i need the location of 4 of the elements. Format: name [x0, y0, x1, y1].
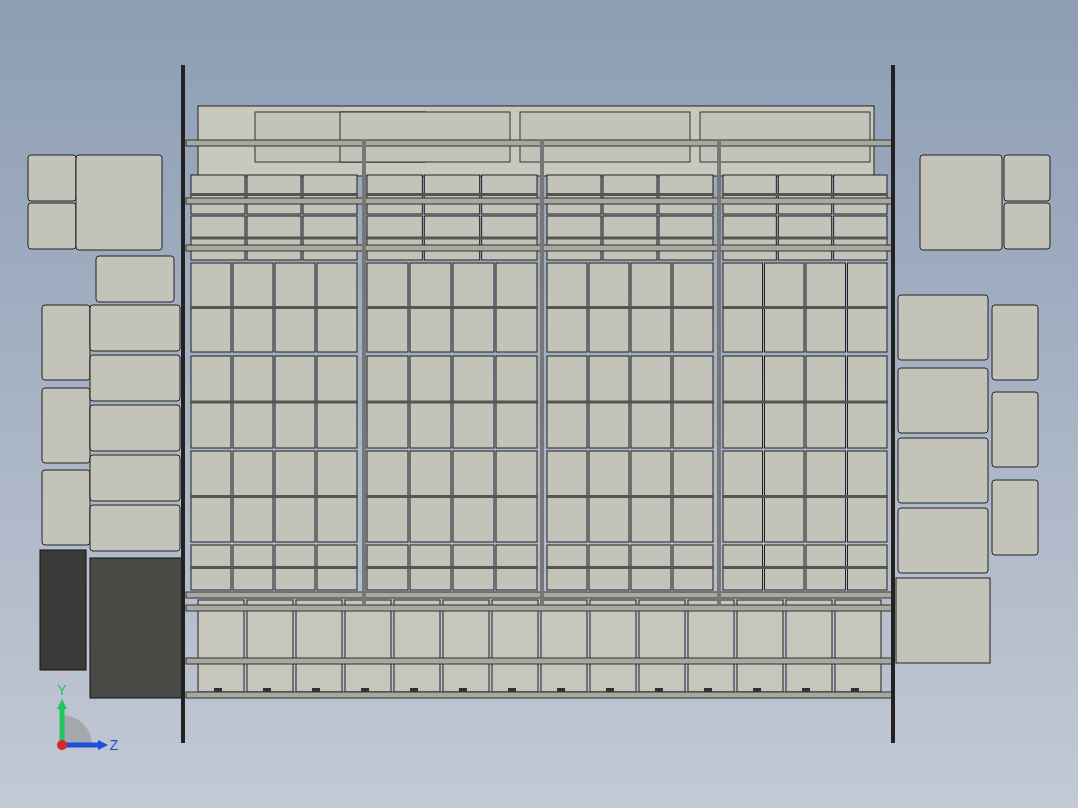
axis-label: Y: [57, 682, 67, 698]
origin-dot-icon: [57, 740, 67, 750]
triad-quadrant-icon: [62, 715, 92, 745]
axis-label: Z: [109, 737, 119, 753]
